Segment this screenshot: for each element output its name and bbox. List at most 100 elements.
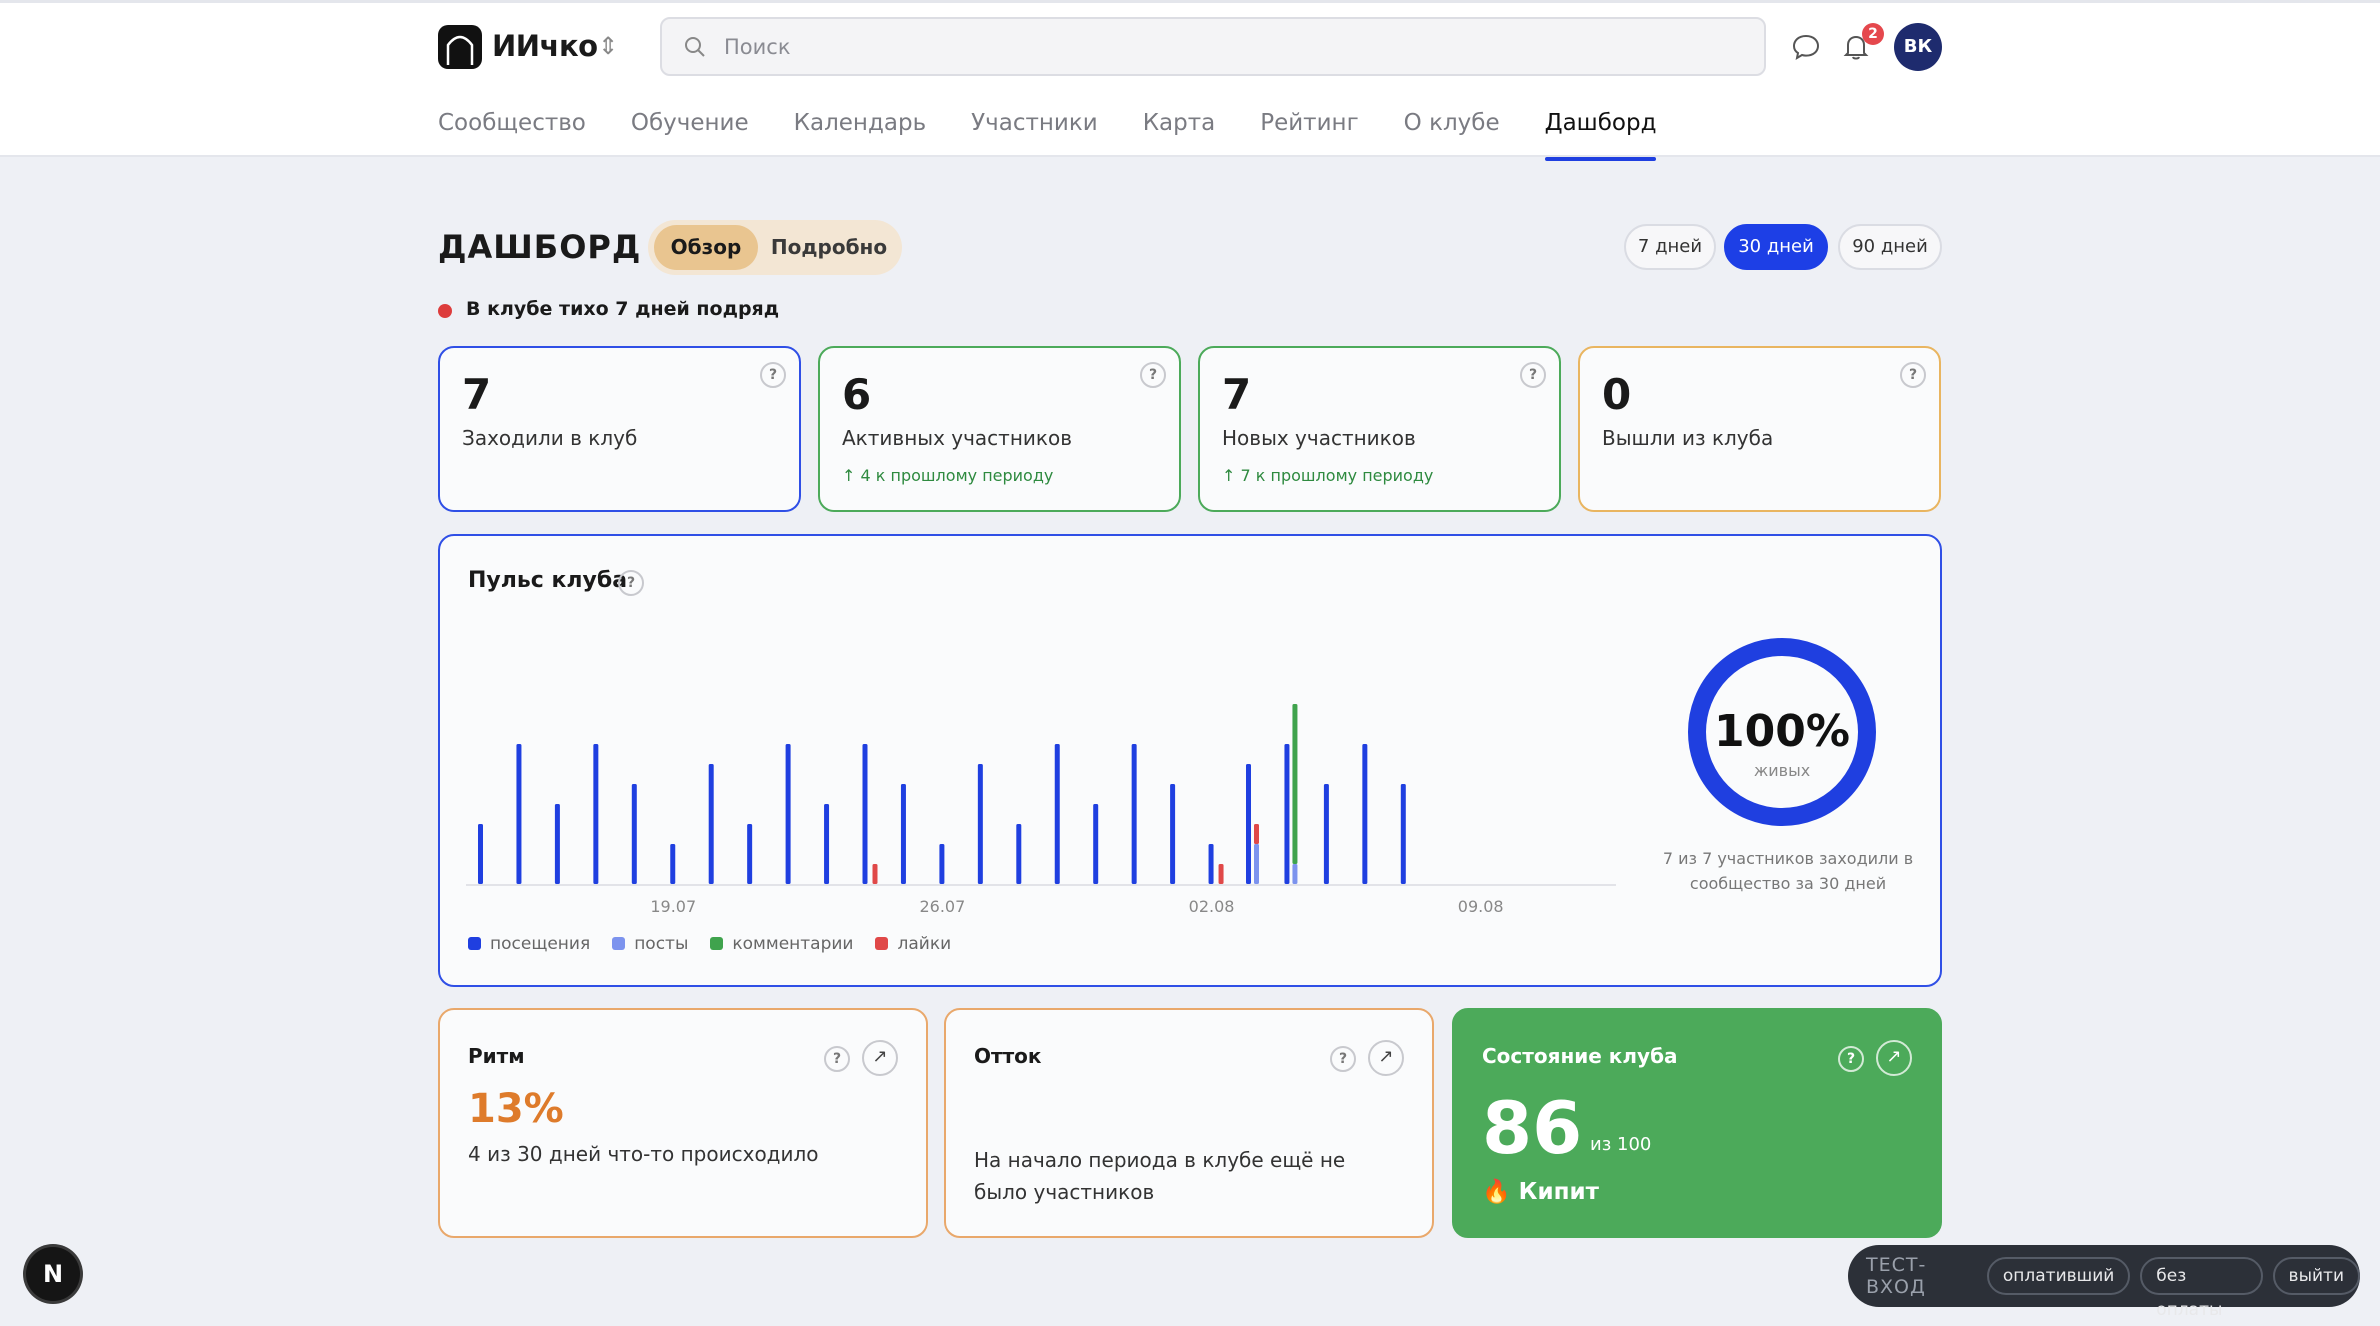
test-login-label: ТЕСТ-ВХОД bbox=[1866, 1254, 1927, 1298]
bar-posts bbox=[1254, 844, 1259, 884]
legend-item: лайки bbox=[875, 934, 951, 954]
alert-dot-icon bbox=[438, 304, 452, 318]
stat-value: 6 bbox=[842, 370, 872, 419]
bar-visits bbox=[977, 764, 983, 884]
chat-icon[interactable] bbox=[1790, 31, 1822, 63]
help-icon[interactable]: ? bbox=[760, 362, 786, 388]
help-icon[interactable]: ? bbox=[824, 1046, 850, 1072]
bar-visits bbox=[708, 764, 714, 884]
bar-visits bbox=[1284, 744, 1290, 884]
bar-visits bbox=[516, 744, 522, 884]
card-title: Отток bbox=[974, 1044, 1042, 1068]
bar-likes bbox=[1218, 864, 1224, 884]
ring-caption: 7 из 7 участников заходили в сообщество … bbox=[1662, 849, 1914, 893]
bar-visits bbox=[670, 844, 676, 884]
bar-visits bbox=[1016, 824, 1022, 884]
view-switcher: Обзор Подробно bbox=[648, 220, 902, 275]
pulse-card: Пульс клуба ? 19.07 26.07 02.08 09.08 100% жи… bbox=[438, 534, 1942, 987]
club-name[interactable]: ИИчко bbox=[492, 29, 598, 63]
bar-visits bbox=[1323, 784, 1329, 884]
tab-overview[interactable]: Обзор bbox=[654, 225, 758, 270]
dev-tools-badge[interactable]: N bbox=[26, 1247, 80, 1301]
nav-community[interactable]: Сообщество bbox=[438, 107, 586, 159]
nav-members[interactable]: Участники bbox=[971, 107, 1098, 159]
churn-card[interactable]: Отток ? ↗ На начало периода в клубе ещё … bbox=[944, 1008, 1434, 1238]
legend-label: комментарии bbox=[732, 934, 854, 954]
rhythm-card[interactable]: Ритм ? ↗ 13% 4 из 30 дней что-то происхо… bbox=[438, 1008, 928, 1238]
page-title: ДАШБОРД bbox=[438, 228, 642, 266]
legend-swatch bbox=[875, 937, 889, 950]
help-icon[interactable]: ? bbox=[1520, 362, 1546, 388]
stat-trend: ↑ 7 к прошлому периоду bbox=[1222, 466, 1434, 485]
legend-swatch bbox=[710, 937, 724, 950]
bar-visits bbox=[1362, 744, 1368, 884]
bar-posts bbox=[1292, 864, 1298, 884]
health-card[interactable]: Состояние клуба ? ↗ 86 из 100 🔥 Кипит bbox=[1452, 1008, 1942, 1238]
bar-visits bbox=[478, 824, 483, 884]
nav-rating[interactable]: Рейтинг bbox=[1260, 107, 1358, 159]
tab-details[interactable]: Подробно bbox=[762, 225, 896, 270]
card-title: Состояние клуба bbox=[1482, 1044, 1678, 1068]
stat-card-visited: 7 Заходили в клуб ? bbox=[438, 346, 801, 512]
search-icon bbox=[685, 37, 705, 57]
user-avatar[interactable]: ВК bbox=[1894, 23, 1942, 71]
stat-trend: ↑ 4 к прошлому периоду bbox=[842, 466, 1054, 485]
help-icon[interactable]: ? bbox=[1900, 362, 1926, 388]
health-score: 86 bbox=[1482, 1086, 1583, 1170]
legend-label: посты bbox=[634, 934, 689, 954]
nav-learning[interactable]: Обучение bbox=[631, 107, 749, 159]
help-icon[interactable]: ? bbox=[1838, 1046, 1864, 1072]
bar-visits bbox=[939, 844, 945, 884]
chart-legend: посещения посты комментарии лайки bbox=[468, 934, 951, 954]
bar-visits bbox=[785, 744, 791, 884]
stat-value: 7 bbox=[1222, 370, 1252, 419]
nav-dashboard[interactable]: Дашборд bbox=[1544, 107, 1656, 161]
rhythm-text: 4 из 30 дней что-то происходило bbox=[468, 1142, 819, 1166]
club-logo-icon[interactable] bbox=[438, 25, 482, 69]
chevron-up-down-icon[interactable]: ⇕ bbox=[598, 31, 618, 61]
x-tick-label: 02.08 bbox=[1189, 897, 1235, 916]
top-bar: ИИчко ⇕ 2 ВК Сообщество Обучение Календа… bbox=[0, 0, 2380, 161]
bar-visits bbox=[554, 804, 560, 884]
stat-value: 0 bbox=[1602, 370, 1632, 419]
period-90-days-button[interactable]: 90 дней bbox=[1838, 224, 1942, 270]
search-input[interactable] bbox=[724, 29, 1724, 65]
test-login-bar: ТЕСТ-ВХОД оплативший без оплаты выйти bbox=[1848, 1245, 2360, 1320]
test-unpaid-button[interactable]: без оплаты bbox=[2140, 1257, 2263, 1320]
bar-visits bbox=[824, 804, 830, 884]
arrow-up-right-icon[interactable]: ↗ bbox=[862, 1040, 898, 1076]
rhythm-value: 13% bbox=[468, 1086, 564, 1132]
bar-visits bbox=[1208, 844, 1214, 884]
fire-icon: 🔥 bbox=[1482, 1179, 1511, 1205]
test-logout-button[interactable]: выйти bbox=[2272, 1257, 2360, 1295]
bar-comments bbox=[1292, 704, 1298, 864]
period-30-days-button[interactable]: 30 дней bbox=[1724, 224, 1828, 270]
health-state: 🔥 Кипит bbox=[1482, 1178, 1599, 1205]
stat-label: Заходили в клуб bbox=[462, 426, 638, 450]
arrow-up-right-icon[interactable]: ↗ bbox=[1876, 1040, 1912, 1076]
nav-about[interactable]: О клубе bbox=[1404, 107, 1500, 159]
stat-card-new: 7 Новых участников ↑ 7 к прошлому период… bbox=[1198, 346, 1561, 512]
x-tick-label: 09.08 bbox=[1458, 897, 1504, 916]
churn-text: На начало периода в клубе ещё не было уч… bbox=[974, 1148, 1346, 1204]
bar-visits bbox=[1246, 764, 1251, 884]
ring-label: живых bbox=[1754, 761, 1810, 780]
stat-label: Активных участников bbox=[842, 426, 1072, 450]
stat-card-active: 6 Активных участников ↑ 4 к прошлому пер… bbox=[818, 346, 1181, 512]
search-box[interactable] bbox=[660, 17, 1766, 76]
x-tick-label: 26.07 bbox=[919, 897, 965, 916]
notification-count-badge: 2 bbox=[1862, 23, 1884, 45]
arrow-up-right-icon[interactable]: ↗ bbox=[1368, 1040, 1404, 1076]
help-icon[interactable]: ? bbox=[1140, 362, 1166, 388]
bar-visits bbox=[1093, 804, 1099, 884]
legend-item: посещения bbox=[468, 934, 590, 954]
test-paid-button[interactable]: оплативший bbox=[1986, 1257, 2131, 1295]
bar-visits bbox=[900, 784, 906, 884]
nav-map[interactable]: Карта bbox=[1143, 107, 1216, 159]
legend-label: посещения bbox=[490, 934, 591, 954]
nav-calendar[interactable]: Календарь bbox=[794, 107, 926, 159]
help-icon[interactable]: ? bbox=[1330, 1046, 1356, 1072]
bar-visits bbox=[631, 784, 637, 884]
legend-item: посты bbox=[612, 934, 688, 954]
period-7-days-button[interactable]: 7 дней bbox=[1624, 224, 1716, 270]
